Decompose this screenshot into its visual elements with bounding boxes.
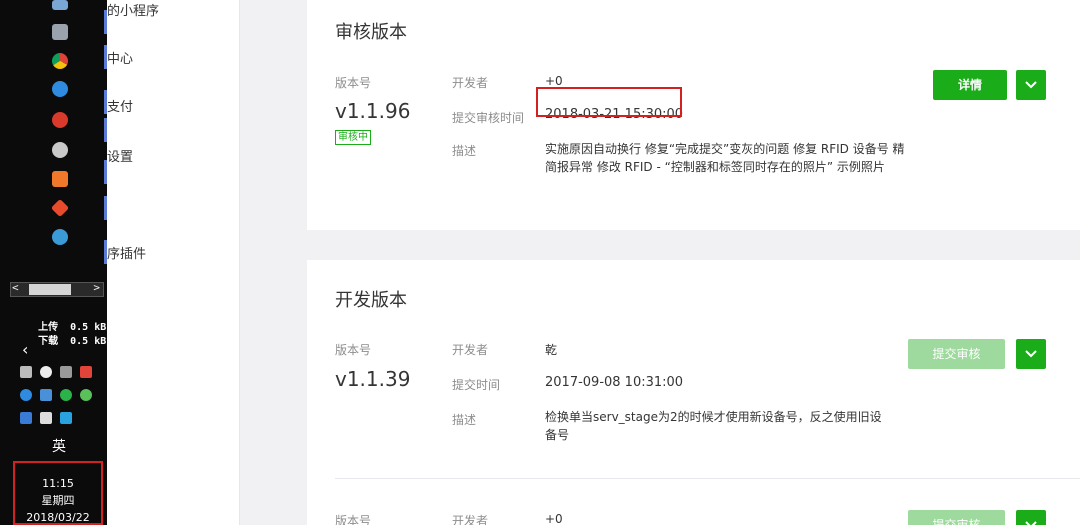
bird-small-icon[interactable] [20,389,32,401]
monitor-icon[interactable] [52,0,68,10]
description-value: 检换单当serv_stage为2的时候才使用新设备号，反之使用旧设备号 [545,410,882,442]
sidebar-item-plugins[interactable]: 序插件 [107,243,146,262]
sidebar-item-payment[interactable]: 支付 [107,96,133,115]
description-label: 描述 [452,413,477,427]
calculator-icon[interactable] [52,24,68,40]
volume-icon[interactable] [40,412,52,424]
sidebar-item-center[interactable]: 中心 [107,48,133,67]
version-label: 版本号 [335,343,372,357]
status-badge: 审核中 [335,130,371,145]
net-download: 下载 0.5 kB/s [38,336,119,347]
taskbar: < > 上传 0.5 kB/s 下载 0.5 kB/s ‹ 英 11:15 星期… [0,0,118,525]
sync-icon[interactable] [60,412,72,424]
submit-time-label: 提交时间 [452,378,501,392]
dev-more-button[interactable] [1016,339,1046,369]
chrome-icon[interactable] [52,53,68,69]
note-icon[interactable] [52,171,68,187]
version-number: v1.1.39 [335,367,411,391]
detail-button[interactable]: 详情 [933,70,1007,100]
version-label: 版本号 [335,514,372,525]
taskbar-clock[interactable]: 11:15 星期四 2018/03/22 [13,461,103,525]
review-version-card: 审核版本 版本号 v1.1.96 审核中 开发者 +0 提交审核时间 2018-… [307,0,1080,230]
submit-time-label: 提交审核时间 [452,111,525,125]
description-value: 实施原因自动换行 修复“完成提交”变灰的问题 修复 RFID 设备号 精简报异常… [545,142,905,174]
version-number: v1.1.96 [335,99,411,123]
developer-label: 开发者 [452,343,489,357]
developer-label: 开发者 [452,76,489,90]
scroll-right-icon[interactable]: > [93,281,100,294]
review-more-button[interactable] [1016,70,1046,100]
clock-date: 2018/03/22 [26,511,90,524]
developer-value: +0 [545,512,563,525]
git-icon[interactable] [50,198,70,218]
tray-scrollbar[interactable]: < > [10,281,104,297]
gear-icon[interactable] [52,142,68,158]
clock-time: 11:15 [42,477,74,490]
highlight-box [536,87,682,117]
developer-value: +0 [545,74,563,88]
chevron-down-icon [1025,521,1037,525]
dev-version-card: 开发版本 版本号 v1.1.39 开发者 乾 提交时间 2017-09-08 1… [307,260,1080,525]
main-content: 审核版本 版本号 v1.1.96 审核中 开发者 +0 提交审核时间 2018-… [240,0,1080,525]
developer-label: 开发者 [452,514,489,525]
bird-icon[interactable] [52,81,68,97]
sidebar: 的小程序 中心 支付 设置 序插件 [107,0,240,525]
chevron-down-icon [1025,350,1037,358]
globe-icon[interactable] [52,229,68,245]
submit-review-button[interactable]: 提交审核 [908,339,1005,369]
dev-version-title: 开发版本 [335,290,407,311]
monitor-small-icon[interactable] [40,389,52,401]
review-version-title: 审核版本 [335,22,407,43]
tray-expand-icon[interactable]: ‹ [22,340,28,359]
arrow-green-icon[interactable] [60,389,72,401]
entry-divider [335,478,1080,479]
scroll-left-icon[interactable]: < [12,281,19,294]
description-label: 描述 [452,144,477,158]
version-label: 版本号 [335,76,372,90]
network-icon[interactable] [20,366,32,378]
sidebar-item-settings[interactable]: 设置 [107,146,133,165]
app-red-icon[interactable] [80,366,92,378]
snail-icon[interactable] [52,112,68,128]
clock-icon[interactable] [40,366,52,378]
wechat-icon[interactable] [80,389,92,401]
display-icon[interactable] [60,366,72,378]
scroll-thumb[interactable] [29,284,71,295]
developer-value: 乾 [545,343,558,357]
submit-time-value: 2017-09-08 10:31:00 [545,375,684,390]
sidebar-item-my-miniprogram[interactable]: 的小程序 [107,0,159,19]
clock-weekday: 星期四 [41,494,75,507]
dev-more-button[interactable] [1016,510,1046,525]
chevron-down-icon [1025,81,1037,89]
submit-review-button[interactable]: 提交审核 [908,510,1005,525]
star-blue-icon[interactable] [20,412,32,424]
ime-indicator[interactable]: 英 [52,436,66,456]
